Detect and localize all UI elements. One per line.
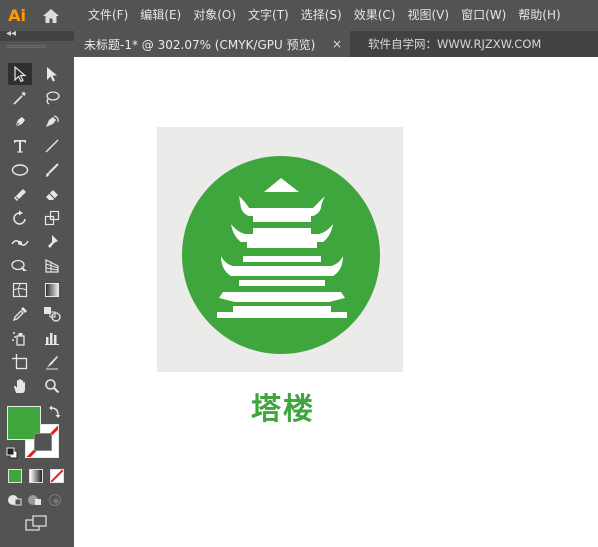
menu-edit[interactable]: 编辑(E) (134, 0, 187, 31)
blend-tool-icon[interactable] (40, 303, 64, 325)
menu-file[interactable]: 文件(F) (82, 0, 134, 31)
pen-tool-icon[interactable] (8, 111, 32, 133)
symbol-sprayer-tool-icon[interactable] (8, 327, 32, 349)
paintbrush-tool-icon[interactable] (40, 159, 64, 181)
slice-tool-icon[interactable] (40, 351, 64, 373)
rotate-tool-icon[interactable] (8, 207, 32, 229)
document-tab[interactable]: 未标题-1* @ 302.07% (CMYK/GPU 预览) × (74, 31, 350, 57)
draw-behind-icon[interactable] (27, 493, 43, 507)
gradient-tool-icon[interactable] (40, 279, 64, 301)
document-tab-bar: 未标题-1* @ 302.07% (CMYK/GPU 预览) × 软件自学网：W… (74, 31, 598, 57)
column-graph-tool-icon[interactable] (40, 327, 64, 349)
type-tool-icon[interactable] (8, 135, 32, 157)
puppet-warp-tool-icon[interactable] (40, 231, 64, 253)
panel-collapse-bar[interactable]: ◂◂ (0, 28, 74, 41)
perspective-grid-tool-icon[interactable] (40, 255, 64, 277)
swap-fill-stroke-icon[interactable] (48, 404, 62, 423)
pagoda-icon (209, 178, 354, 322)
default-fill-stroke-icon[interactable] (6, 444, 18, 463)
close-icon[interactable]: × (324, 37, 342, 51)
line-segment-tool-icon[interactable] (40, 135, 64, 157)
menu-bar: Ai 文件(F) 编辑(E) 对象(O) 文字(T) 选择(S) 效果(C) 视… (0, 0, 598, 31)
eyedropper-tool-icon[interactable] (8, 303, 32, 325)
selection-tool-icon[interactable] (8, 63, 32, 85)
menu-object[interactable]: 对象(O) (187, 0, 242, 31)
width-tool-icon[interactable] (8, 231, 32, 253)
menu-view[interactable]: 视图(V) (401, 0, 455, 31)
menu-effect[interactable]: 效果(C) (348, 0, 402, 31)
tools-panel: ◂◂ (0, 28, 74, 547)
shaper-tool-icon[interactable] (8, 183, 32, 205)
stroke-swatch-inner (34, 433, 52, 451)
mesh-tool-icon[interactable] (8, 279, 32, 301)
draw-inside-icon[interactable] (47, 493, 63, 507)
color-mode-icon[interactable] (8, 469, 22, 483)
magic-wand-tool-icon[interactable] (8, 87, 32, 109)
panel-grip[interactable] (6, 45, 46, 48)
app-logo: Ai (8, 6, 26, 25)
screen-mode-icon[interactable] (25, 515, 47, 535)
canvas-area[interactable]: 塔楼 (74, 57, 598, 547)
zoom-tool-icon[interactable] (40, 375, 64, 397)
scale-tool-icon[interactable] (40, 207, 64, 229)
direct-selection-tool-icon[interactable] (40, 63, 64, 85)
eraser-tool-icon[interactable] (40, 183, 64, 205)
illustrator-window: Ai 文件(F) 编辑(E) 对象(O) 文字(T) 选择(S) 效果(C) 视… (0, 0, 598, 547)
none-mode-icon[interactable] (50, 469, 64, 483)
menu-help[interactable]: 帮助(H) (512, 0, 566, 31)
gradient-mode-icon[interactable] (29, 469, 43, 483)
watermark-text: 软件自学网：WWW.RJZXW.COM (368, 37, 542, 51)
home-icon[interactable] (34, 0, 68, 31)
hand-tool-icon[interactable] (8, 375, 32, 397)
ellipse-tool-icon[interactable] (8, 159, 32, 181)
draw-normal-icon[interactable] (7, 493, 23, 507)
collapse-icon[interactable]: ◂◂ (6, 28, 16, 39)
menu-list: 文件(F) 编辑(E) 对象(O) 文字(T) 选择(S) 效果(C) 视图(V… (82, 0, 567, 31)
menu-select[interactable]: 选择(S) (295, 0, 348, 31)
menu-window[interactable]: 窗口(W) (455, 0, 512, 31)
document-tab-title: 未标题-1* @ 302.07% (CMYK/GPU 预览) (84, 37, 316, 52)
artwork-caption: 塔楼 (251, 392, 315, 427)
artboard-tool-icon[interactable] (8, 351, 32, 373)
curvature-tool-icon[interactable] (40, 111, 64, 133)
lasso-tool-icon[interactable] (40, 87, 64, 109)
menu-type[interactable]: 文字(T) (242, 0, 295, 31)
free-transform-tool-icon[interactable] (8, 255, 32, 277)
